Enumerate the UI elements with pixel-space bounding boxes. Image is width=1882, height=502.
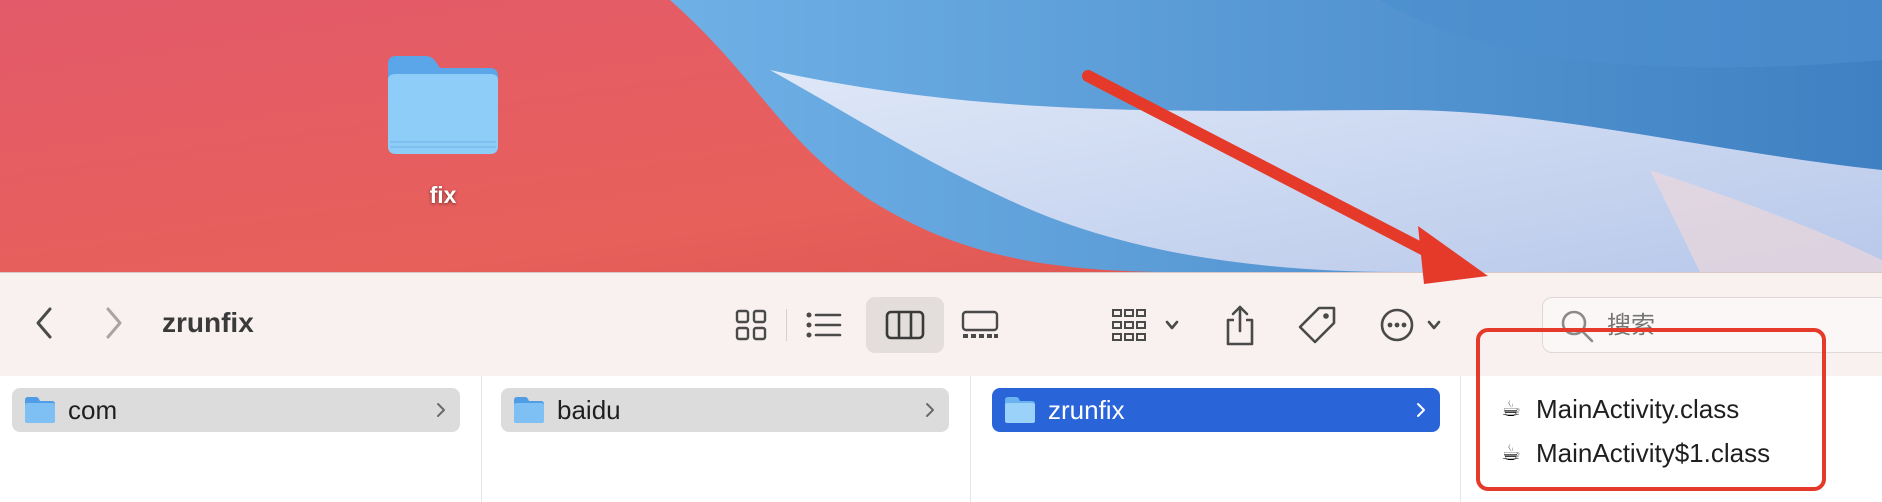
chevron-right-icon <box>1417 403 1425 417</box>
toolbar-divider <box>786 309 787 341</box>
forward-button[interactable] <box>94 303 134 343</box>
share-button[interactable] <box>1218 297 1262 353</box>
icon-view-button[interactable] <box>728 303 774 347</box>
column-item-baidu[interactable]: baidu <box>501 388 949 432</box>
list-icon <box>806 312 842 338</box>
folder-icon <box>514 397 544 423</box>
column-item-label: baidu <box>557 394 621 425</box>
chevron-right-icon <box>106 307 122 339</box>
column-2: baidu <box>481 376 971 502</box>
grid-icon <box>735 309 767 341</box>
back-button[interactable] <box>24 303 64 343</box>
gallery-view-button[interactable] <box>956 303 1004 347</box>
columns-icon <box>885 310 925 340</box>
chevron-right-icon <box>926 403 934 417</box>
column-view-button[interactable] <box>866 297 944 353</box>
column-item-label: zrunfix <box>1048 394 1125 425</box>
column-1: com <box>0 376 482 502</box>
desktop-folder-label: fix <box>429 182 457 208</box>
desktop-folder-fix[interactable]: fix <box>378 50 508 220</box>
annotation-highlight-box <box>1476 328 1826 491</box>
share-icon <box>1226 305 1254 346</box>
gallery-icon <box>961 310 999 338</box>
window-title: zrunfix <box>162 307 254 338</box>
folder-icon <box>1005 397 1035 423</box>
group-by-icon <box>1112 309 1179 341</box>
wallpaper-art <box>0 0 1882 272</box>
column-item-com[interactable]: com <box>12 388 460 432</box>
tag-button[interactable] <box>1294 301 1340 349</box>
folder-icon <box>388 56 498 154</box>
column-item-zrunfix[interactable]: zrunfix <box>992 388 1440 432</box>
ellipsis-circle-icon <box>1380 308 1441 342</box>
chevron-left-icon <box>36 307 52 339</box>
column-3: zrunfix <box>970 376 1461 502</box>
group-by-button[interactable] <box>1108 301 1184 349</box>
tag-icon <box>1298 306 1336 344</box>
more-actions-button[interactable] <box>1378 301 1446 349</box>
list-view-button[interactable] <box>800 303 848 347</box>
folder-icon <box>25 397 55 423</box>
desktop-wallpaper: fix <box>0 0 1882 272</box>
column-item-label: com <box>68 394 118 425</box>
chevron-right-icon <box>437 403 445 417</box>
